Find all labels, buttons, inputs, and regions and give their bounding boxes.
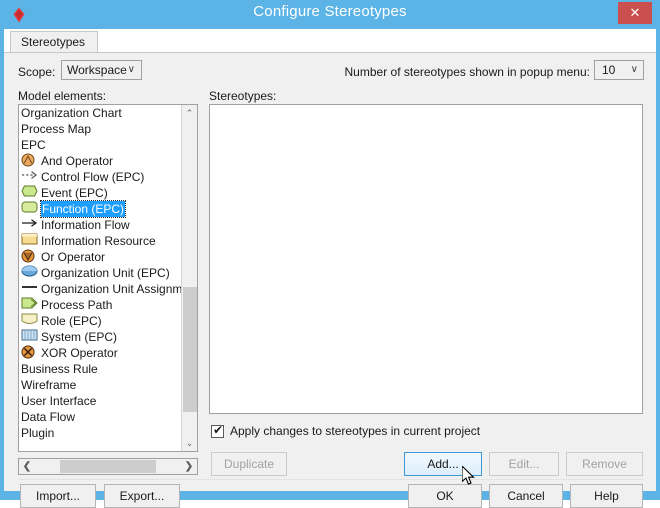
apply-changes-label: Apply changes to stereotypes in current … <box>230 424 481 438</box>
model-element-row[interactable]: And Operator <box>19 153 183 169</box>
model-element-label: Function (EPC) <box>39 200 127 218</box>
model-elements-listbox[interactable]: Organization Chart Process Map EPC And Oper… <box>18 104 198 452</box>
model-element-row[interactable]: EPC <box>19 137 183 153</box>
model-element-row[interactable]: Event (EPC) <box>19 185 183 201</box>
model-element-row[interactable]: Data Flow <box>19 409 183 425</box>
model-list-vertical-scrollbar[interactable]: ⌃ ⌄ <box>181 105 197 451</box>
model-element-row[interactable]: Business Rule <box>19 361 183 377</box>
model-element-row[interactable]: Organization Unit (EPC) <box>19 265 183 281</box>
model-element-row[interactable]: User Interface <box>19 393 183 409</box>
model-element-label: User Interface <box>21 394 97 408</box>
popup-count-dropdown[interactable]: 10 ∨ <box>594 60 644 80</box>
model-element-row[interactable]: Organization Unit Assignment <box>19 281 197 297</box>
cancel-button[interactable]: Cancel <box>489 484 563 508</box>
chevron-down-icon: ∨ <box>127 64 135 75</box>
dialog-window: Configure Stereotypes ✕ Stereotypes Scop… <box>0 0 660 508</box>
role-icon <box>21 313 41 329</box>
popup-count-label: Number of stereotypes shown in popup men… <box>344 65 590 79</box>
model-element-row[interactable]: Function (EPC) <box>19 200 183 218</box>
model-element-row[interactable]: Plugin <box>19 425 183 441</box>
assignment-line-icon <box>21 281 41 297</box>
model-element-row[interactable]: Control Flow (EPC) <box>19 169 183 185</box>
scope-value: Workspace <box>67 63 127 77</box>
divider <box>18 479 643 480</box>
model-element-row[interactable]: Wireframe <box>19 377 183 393</box>
model-element-label: Organization Unit (EPC) <box>41 266 170 280</box>
export-button[interactable]: Export... <box>104 484 180 508</box>
duplicate-button[interactable]: Duplicate <box>211 452 287 476</box>
model-element-row[interactable]: Information Flow <box>19 217 183 233</box>
vertical-scroll-thumb[interactable] <box>183 287 197 412</box>
scope-dropdown[interactable]: Workspace ∨ <box>61 60 142 80</box>
stereotypes-label: Stereotypes: <box>209 89 277 103</box>
model-element-label: System (EPC) <box>41 330 118 344</box>
control-flow-icon <box>21 169 41 185</box>
remove-button[interactable]: Remove <box>566 452 643 476</box>
tab-underline <box>4 52 656 53</box>
model-list-horizontal-scrollbar[interactable]: ❮ ❯ <box>18 458 198 475</box>
model-element-label: Data Flow <box>21 410 76 424</box>
model-element-label: Process Path <box>41 298 113 312</box>
edit-button[interactable]: Edit... <box>489 452 559 476</box>
model-element-label: Organization Chart <box>21 106 122 120</box>
model-element-row[interactable]: Process Path <box>19 297 183 313</box>
close-button[interactable]: ✕ <box>618 2 652 24</box>
function-icon <box>21 201 41 217</box>
model-element-label: XOR Operator <box>41 346 118 360</box>
popup-count-value: 10 <box>602 63 616 77</box>
model-element-label: EPC <box>21 138 46 152</box>
scope-label: Scope: <box>18 65 56 79</box>
scroll-down-arrow-icon[interactable]: ⌄ <box>182 435 197 451</box>
title-bar: Configure Stereotypes ✕ <box>0 0 660 30</box>
help-button[interactable]: Help <box>570 484 643 508</box>
window-title: Configure Stereotypes <box>253 3 407 20</box>
ok-button[interactable]: OK <box>408 484 482 508</box>
system-icon <box>21 329 41 345</box>
model-element-label: Plugin <box>21 426 55 440</box>
scroll-left-arrow-icon[interactable]: ❮ <box>19 459 35 474</box>
chevron-down-icon: ∨ <box>630 64 638 75</box>
model-element-label: Control Flow (EPC) <box>41 170 145 184</box>
model-element-label: Organization Unit Assignment <box>41 282 198 296</box>
model-element-label: Information Resource <box>41 234 156 248</box>
organization-unit-icon <box>21 265 41 281</box>
scroll-up-arrow-icon[interactable]: ⌃ <box>182 105 197 121</box>
tab-stereotypes[interactable]: Stereotypes <box>10 31 99 53</box>
model-element-label: Information Flow <box>41 218 130 232</box>
xor-operator-icon <box>21 345 41 361</box>
stereotypes-listbox[interactable] <box>209 104 643 414</box>
model-element-row[interactable]: Process Map <box>19 121 183 137</box>
model-element-label: Role (EPC) <box>41 314 102 328</box>
model-element-row[interactable]: Information Resource <box>19 233 183 249</box>
model-element-label: Or Operator <box>41 250 106 264</box>
model-element-row[interactable]: Organization Chart <box>19 105 183 121</box>
import-button[interactable]: Import... <box>20 484 96 508</box>
model-element-label: Business Rule <box>21 362 98 376</box>
dialog-client-area: Stereotypes Scope: Workspace ∨ Number of… <box>4 29 656 508</box>
model-elements-list: Organization Chart Process Map EPC And Oper… <box>19 105 197 441</box>
model-element-label: Wireframe <box>21 378 77 392</box>
information-flow-icon <box>21 217 41 233</box>
and-operator-icon <box>21 153 41 169</box>
tab-strip: Stereotypes <box>4 29 656 53</box>
model-element-row[interactable]: System (EPC) <box>19 329 183 345</box>
event-icon <box>21 185 41 201</box>
apply-changes-checkbox[interactable]: ✔ <box>211 423 224 438</box>
or-operator-icon <box>21 249 41 265</box>
add-button[interactable]: Add... <box>404 452 482 476</box>
model-element-label: Event (EPC) <box>41 186 108 200</box>
model-element-label: And Operator <box>41 154 114 168</box>
model-elements-label: Model elements: <box>18 89 107 103</box>
checkmark-icon: ✔ <box>213 423 224 437</box>
model-element-label: Process Map <box>21 122 92 136</box>
scroll-right-arrow-icon[interactable]: ❯ <box>181 459 197 474</box>
model-element-row[interactable]: XOR Operator <box>19 345 183 361</box>
information-resource-icon <box>21 233 41 249</box>
horizontal-scroll-thumb[interactable] <box>60 460 156 473</box>
process-path-icon <box>21 297 41 313</box>
model-element-row[interactable]: Or Operator <box>19 249 183 265</box>
model-element-row[interactable]: Role (EPC) <box>19 313 183 329</box>
